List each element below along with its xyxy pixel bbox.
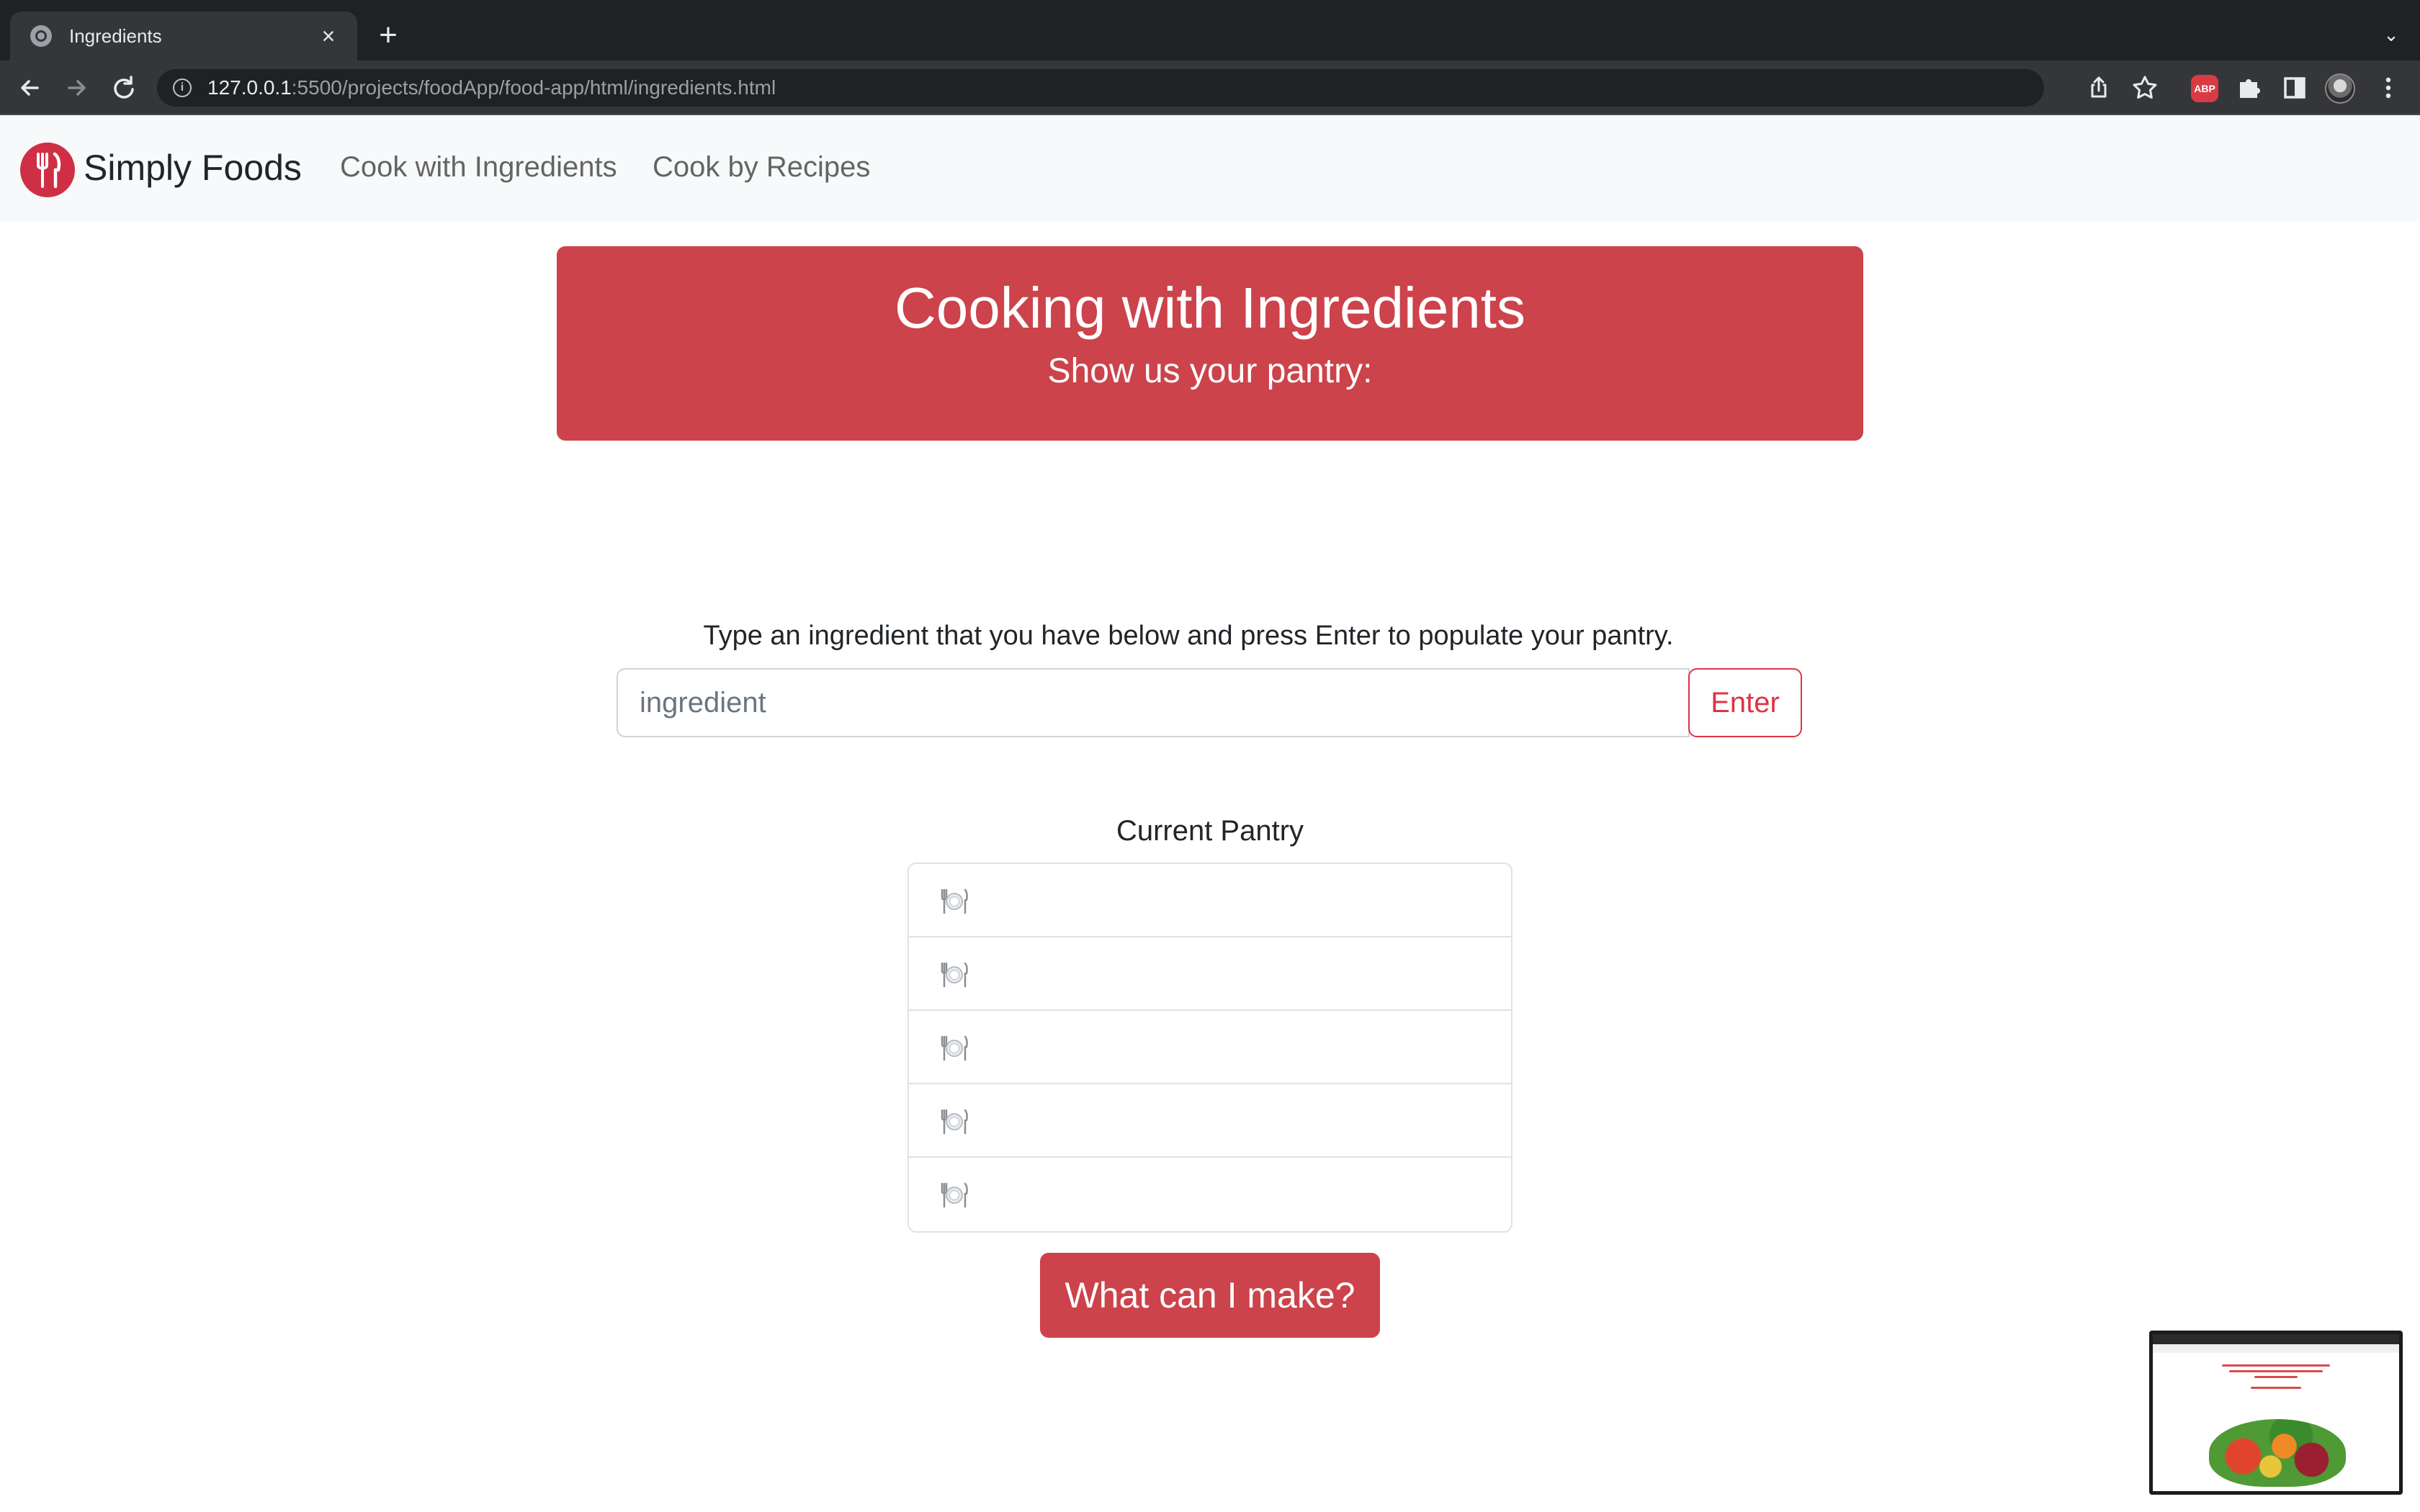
profile-avatar[interactable] bbox=[2325, 73, 2355, 104]
page-title: Cooking with Ingredients bbox=[894, 276, 1526, 340]
pantry-item bbox=[909, 1158, 1511, 1231]
fork-knife-plate-icon bbox=[938, 1178, 971, 1211]
tab-title: Ingredients bbox=[69, 24, 162, 47]
reload-icon[interactable] bbox=[107, 71, 141, 105]
fork-knife-plate-icon bbox=[938, 884, 971, 917]
side-panel-icon[interactable] bbox=[2279, 72, 2311, 104]
adblock-extension-icon[interactable]: ABP bbox=[2191, 75, 2218, 102]
pantry-item bbox=[909, 1011, 1511, 1084]
ingredient-input-group: Enter bbox=[617, 668, 1802, 737]
site-navbar: Simply Foods Cook with Ingredients Cook … bbox=[0, 115, 2420, 222]
url-text: 127.0.0.1:5500/projects/foodApp/food-app… bbox=[207, 76, 776, 99]
chevron-down-icon[interactable]: ⌄ bbox=[2377, 20, 2406, 49]
nav-link-cook-with-ingredients[interactable]: Cook with Ingredients bbox=[340, 151, 617, 184]
new-tab-button[interactable]: + bbox=[372, 19, 405, 52]
pantry-list bbox=[908, 863, 1512, 1233]
window-preview-thumbnail[interactable] bbox=[2149, 1331, 2403, 1495]
preview-quote-line bbox=[2251, 1387, 2301, 1389]
pantry-item bbox=[909, 937, 1511, 1011]
fork-knife-plate-icon bbox=[938, 1031, 971, 1064]
pantry-title: Current Pantry bbox=[1116, 815, 1304, 847]
browser-tab-strip: Ingredients × + ⌄ bbox=[0, 0, 2420, 60]
what-can-i-make-button[interactable]: What can I make? bbox=[1040, 1253, 1380, 1338]
ingredient-input[interactable] bbox=[617, 668, 1690, 737]
bookmark-star-icon[interactable] bbox=[2129, 72, 2161, 104]
preview-browser-bar bbox=[2153, 1334, 2399, 1344]
browser-toolbar: i 127.0.0.1:5500/projects/foodApp/food-a… bbox=[0, 60, 2420, 115]
globe-icon bbox=[30, 25, 52, 47]
fork-knife-logo-icon[interactable] bbox=[20, 143, 75, 197]
browser-tab[interactable]: Ingredients × bbox=[10, 12, 357, 60]
address-bar[interactable]: i 127.0.0.1:5500/projects/foodApp/food-a… bbox=[157, 69, 2044, 107]
preview-quote-line bbox=[2254, 1376, 2298, 1378]
site-info-icon[interactable]: i bbox=[173, 78, 192, 97]
share-icon[interactable] bbox=[2083, 72, 2115, 104]
vegetables-image bbox=[2209, 1419, 2346, 1487]
preview-navbar bbox=[2153, 1344, 2399, 1353]
brand-name[interactable]: Simply Foods bbox=[84, 147, 302, 189]
kebab-menu-icon[interactable] bbox=[2372, 72, 2404, 104]
instruction-text: Type an ingredient that you have below a… bbox=[703, 621, 1674, 651]
fork-knife-plate-icon bbox=[938, 1104, 971, 1138]
forward-arrow-icon[interactable] bbox=[59, 71, 94, 105]
close-tab-icon[interactable]: × bbox=[314, 24, 343, 48]
preview-quote-line bbox=[2222, 1364, 2330, 1367]
pantry-item bbox=[909, 1084, 1511, 1158]
extensions-puzzle-icon[interactable] bbox=[2233, 72, 2264, 104]
hero-banner: Cooking with Ingredients Show us your pa… bbox=[557, 246, 1863, 441]
enter-button[interactable]: Enter bbox=[1688, 668, 1802, 737]
fork-knife-plate-icon bbox=[938, 958, 971, 991]
preview-quote-line bbox=[2229, 1370, 2323, 1372]
page-subtitle: Show us your pantry: bbox=[1047, 352, 1373, 390]
nav-link-cook-by-recipes[interactable]: Cook by Recipes bbox=[653, 151, 870, 184]
pantry-item bbox=[909, 864, 1511, 937]
back-arrow-icon[interactable] bbox=[13, 71, 48, 105]
